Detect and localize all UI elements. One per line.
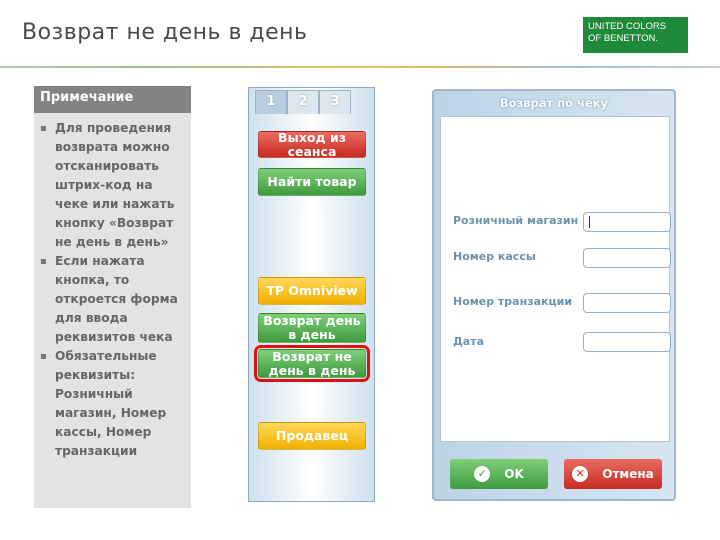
store-input[interactable]: [583, 212, 671, 232]
logout-button[interactable]: Выход из сеанса: [258, 130, 366, 158]
register-label: Номер кассы: [453, 250, 536, 263]
cancel-button[interactable]: ✕ Отмена: [564, 459, 662, 489]
receipt-return-dialog: Возврат по чеку Розничный магазин Номер …: [432, 89, 676, 501]
note-item: Для проведения возврата можно отсканиров…: [40, 119, 187, 252]
pos-button-panel: 1 2 3 Выход из сеанса Найти товар TP Omn…: [248, 87, 375, 502]
transaction-label: Номер транзакции: [453, 295, 573, 308]
dialog-title: Возврат по чеку: [499, 96, 609, 110]
close-icon: ✕: [572, 466, 589, 482]
note-item: Если нажата кнопка, то откроется форма д…: [40, 252, 187, 347]
checkmark-icon: ✓: [474, 466, 491, 482]
logo-line-1: UNITED COLORS: [588, 21, 667, 32]
text-caret: [589, 216, 590, 228]
store-label: Розничный магазин: [453, 214, 579, 227]
ok-label: OK: [504, 467, 524, 481]
tab-1[interactable]: 1: [255, 90, 287, 114]
note-item: Обязательные реквизиты: Розничный магази…: [40, 347, 187, 461]
tab-2[interactable]: 2: [287, 90, 319, 114]
slide: Возврат не день в день UNITED COLORS OF …: [0, 0, 720, 540]
tab-bar: 1 2 3: [255, 90, 351, 114]
transaction-input[interactable]: [583, 293, 671, 313]
register-input[interactable]: [583, 248, 671, 268]
note-panel: Примечание Для проведения возврата можно…: [34, 86, 191, 508]
seller-button[interactable]: Продавец: [258, 422, 366, 450]
dialog-body: Розничный магазин Номер кассы Номер тран…: [440, 116, 671, 442]
header-divider: [0, 66, 720, 68]
tab-3[interactable]: 3: [319, 90, 351, 114]
cancel-label: Отмена: [602, 467, 654, 481]
date-label: Дата: [453, 335, 485, 348]
find-product-button[interactable]: Найти товар: [258, 168, 366, 196]
return-day-in-day-button[interactable]: Возврат день в день: [258, 313, 366, 343]
ok-button[interactable]: ✓ OK: [450, 459, 548, 489]
note-list: Для проведения возврата можно отсканиров…: [34, 113, 191, 461]
tp-omniview-button[interactable]: TP Omniview: [258, 277, 366, 305]
note-title: Примечание: [34, 86, 191, 113]
return-not-day-in-day-button[interactable]: Возврат не день в день: [254, 345, 370, 382]
page-title: Возврат не день в день: [22, 20, 308, 45]
date-input[interactable]: [583, 332, 671, 352]
benetton-logo: UNITED COLORS OF BENETTON.: [583, 17, 688, 53]
logo-line-2: OF BENETTON.: [588, 33, 659, 44]
